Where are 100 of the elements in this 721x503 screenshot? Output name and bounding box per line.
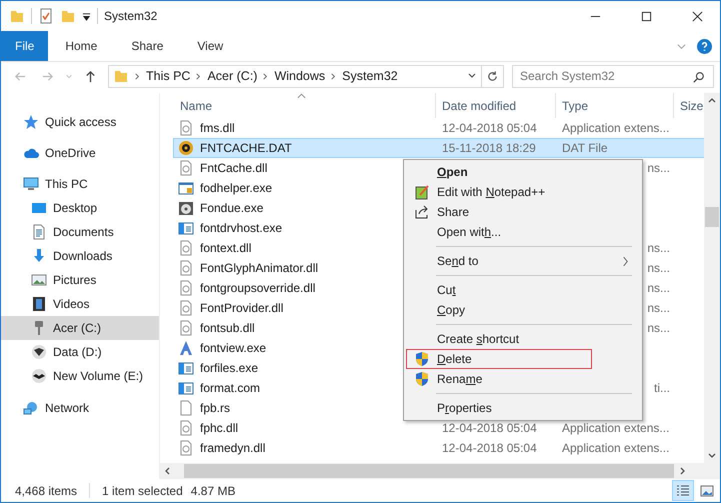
breadcrumb[interactable]: Acer (C:)	[207, 69, 258, 83]
menu-item[interactable]: Send to	[406, 251, 640, 271]
properties-icon[interactable]	[38, 8, 54, 24]
column-header[interactable]: Type	[556, 93, 674, 118]
selection-size: 4.87 MB	[190, 484, 236, 498]
breadcrumb[interactable]: Windows	[274, 69, 326, 83]
file-name[interactable]: FntCache.dll	[200, 161, 268, 175]
sidebar-item[interactable]: This PC	[1, 172, 159, 196]
chevron-right-icon[interactable]	[134, 72, 141, 80]
item-count: 4,468 items	[15, 484, 78, 498]
sidebar-item[interactable]: Videos	[1, 292, 159, 316]
file-icon	[178, 300, 194, 316]
file-icon	[178, 420, 194, 436]
column-header[interactable]: Date modified	[436, 93, 556, 118]
down-arrow-icon	[31, 248, 47, 264]
dropdown-icon[interactable]	[82, 12, 91, 20]
vertical-scrollbar[interactable]	[704, 93, 720, 479]
chevron-right-icon[interactable]	[195, 72, 202, 80]
refresh-icon[interactable]	[482, 64, 504, 88]
menu-item[interactable]: Delete	[406, 349, 592, 369]
file-name[interactable]: fontext.dll	[200, 241, 252, 255]
file-name[interactable]: FontGlyphAnimator.dll	[200, 261, 318, 275]
type-cell: ns...	[647, 261, 670, 275]
file-name[interactable]: fms.dll	[200, 121, 235, 135]
type-cell: ns...	[647, 161, 670, 175]
sidebar-item[interactable]: Network	[1, 396, 159, 420]
help-icon[interactable]	[697, 38, 712, 54]
ribbon-tab[interactable]: Share	[114, 31, 180, 61]
file-name[interactable]: framedyn.dll	[200, 441, 266, 455]
notepad-icon	[414, 184, 430, 200]
type-cell: Application extens...	[562, 421, 670, 435]
ribbon-tab[interactable]: File	[1, 31, 48, 61]
file-name[interactable]: Fondue.exe	[200, 201, 264, 215]
app-window-icon	[178, 380, 194, 396]
file-name[interactable]: fpb.rs	[200, 401, 230, 415]
shield-icon	[414, 371, 430, 387]
file-name[interactable]: fontgroupsoverride.dll	[200, 281, 316, 295]
menu-item[interactable]: Properties	[406, 398, 640, 418]
file-name[interactable]: forfiles.exe	[200, 361, 258, 375]
sidebar-item[interactable]: Desktop	[1, 196, 159, 220]
search-field[interactable]: Search System32	[512, 64, 714, 88]
app-window-icon	[178, 180, 194, 196]
list-icon	[676, 484, 690, 498]
file-name[interactable]: fodhelper.exe	[200, 181, 272, 195]
address-field[interactable]: This PC Acer (C:) Windows System32	[108, 64, 482, 88]
type-cell: Application extens...	[562, 441, 670, 455]
file-name[interactable]: FNTCACHE.DAT	[200, 141, 292, 155]
column-header[interactable]: Name	[174, 93, 436, 118]
menu-item[interactable]: Open	[406, 162, 640, 182]
sidebar-item[interactable]: OneDrive	[1, 141, 159, 165]
chevron-right-icon[interactable]	[262, 72, 270, 80]
sidebar-item[interactable]: New Volume (E:)	[1, 364, 159, 388]
scroll-thumb[interactable]	[705, 207, 719, 227]
file-icon	[178, 120, 194, 136]
breadcrumb[interactable]: This PC	[146, 69, 190, 83]
type-cell: ti...	[654, 381, 670, 395]
chevron-right-icon[interactable]	[330, 72, 338, 80]
ribbon-tab[interactable]: View	[180, 31, 240, 61]
star-icon	[23, 114, 39, 130]
sidebar-item[interactable]: Acer (C:)	[1, 316, 159, 340]
menu-item[interactable]: Open with...	[406, 222, 640, 242]
scroll-thumb[interactable]	[184, 464, 674, 478]
type-cell: Application extens...	[562, 121, 670, 135]
file-name[interactable]: FontProvider.dll	[200, 301, 284, 315]
type-cell: DAT File	[562, 141, 608, 155]
window-title: System32	[104, 9, 158, 23]
file-icon	[178, 440, 194, 456]
font-icon	[178, 340, 194, 356]
file-icon	[178, 320, 194, 336]
menu-item[interactable]: Edit with Notepad++	[406, 182, 640, 202]
sidebar-item[interactable]: Quick access	[1, 110, 159, 134]
column-header[interactable]: Size	[674, 93, 704, 118]
horizontal-scrollbar[interactable]	[160, 463, 704, 479]
picture-icon	[700, 484, 714, 498]
menu-item[interactable]: Share	[406, 202, 640, 222]
breadcrumb[interactable]: System32	[342, 69, 398, 83]
sidebar-item[interactable]: Data (D:)	[1, 340, 159, 364]
search-icon[interactable]	[693, 70, 705, 82]
file-name[interactable]: fontsub.dll	[200, 321, 255, 335]
menu-item[interactable]: Rename	[406, 369, 640, 389]
file-name[interactable]: fontview.exe	[200, 341, 266, 355]
menu-item[interactable]: Cut	[406, 280, 640, 300]
disc-icon	[178, 140, 194, 156]
menu-item[interactable]: Copy	[406, 300, 640, 320]
picture-icon	[31, 272, 47, 288]
ribbon-tab[interactable]: Home	[48, 31, 114, 61]
file-name[interactable]: format.com	[200, 381, 260, 395]
sidebar-item[interactable]: Downloads	[1, 244, 159, 268]
details-view-button[interactable]	[672, 480, 694, 501]
folder-icon	[113, 68, 129, 84]
file-name[interactable]: fontdrvhost.exe	[200, 221, 282, 235]
sidebar-item[interactable]: Documents	[1, 220, 159, 244]
up-arrow-icon[interactable]	[84, 70, 97, 82]
sidebar-item[interactable]: Pictures	[1, 268, 159, 292]
drive-icon	[31, 344, 47, 360]
type-cell: ns...	[647, 241, 670, 255]
shield-icon	[414, 351, 430, 367]
file-name[interactable]: fphc.dll	[200, 421, 238, 435]
menu-item[interactable]: Create shortcut	[406, 329, 640, 349]
document-icon	[31, 224, 47, 240]
